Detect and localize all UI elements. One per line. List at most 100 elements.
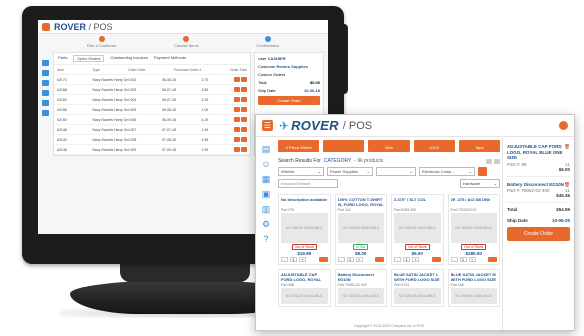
table-row[interactable]: #2148 Navy Swivels Harry Ord 007 07-07-18 1… [54, 125, 250, 135]
monitor-create-order-button[interactable]: Create Order [258, 96, 320, 105]
filter-select[interactable]: ⌄ [376, 167, 416, 176]
add-to-cart-button[interactable] [375, 257, 384, 262]
category-tile[interactable] [323, 140, 365, 152]
delete-button[interactable] [240, 137, 247, 142]
product-sku: Part 5794 [394, 283, 410, 287]
add-to-cart-button[interactable] [318, 257, 328, 262]
product-card[interactable]: No description available Part 078 NO IMAGE… [278, 194, 331, 265]
delete-button[interactable] [240, 117, 247, 122]
step-3[interactable]: Confirmation [256, 36, 279, 48]
quantity-value: 1 [403, 257, 410, 262]
step-1[interactable]: Pick a Customer [87, 36, 116, 48]
nav-icon[interactable] [42, 70, 49, 76]
orders-icon[interactable]: ▤ [262, 144, 271, 154]
increment-button[interactable]: + [412, 257, 419, 262]
filter-button[interactable] [478, 167, 487, 176]
increment-button[interactable]: + [355, 257, 363, 262]
row-id: #2170 [57, 77, 67, 82]
edit-button[interactable] [233, 77, 240, 82]
category-tile[interactable]: Wire [368, 140, 410, 152]
decrement-button[interactable]: - [337, 257, 345, 262]
decrement-button[interactable]: - [281, 257, 288, 262]
stock-badge: Out of Stock [404, 244, 430, 250]
keyword-search-input[interactable]: Keyword Search [278, 179, 338, 188]
delete-icon[interactable]: 🗑 [564, 144, 570, 150]
inventory-icon[interactable]: ▣ [262, 189, 271, 199]
step-2[interactable]: Choose Items [174, 36, 199, 48]
edit-button[interactable] [233, 87, 240, 92]
table-row[interactable]: #2150 Navy Swivels Harry Ord 006 06-09-18 4… [54, 115, 250, 125]
customers-icon[interactable]: ☺ [261, 159, 270, 169]
cart-item-sku: Part #: 79062-02-400 [507, 188, 550, 193]
edit-button[interactable] [233, 147, 240, 152]
cart-item-qty: x1 [565, 161, 570, 167]
table-row[interactable]: #2160 Navy Swivels Harry Ord 004 06-07-18 3… [54, 95, 250, 105]
table-row[interactable]: #2140 Navy Swivels Harry Ord 008 07-08-18 4… [54, 135, 250, 145]
filter-select[interactable]: Power Supplies ⌄ [327, 167, 373, 176]
delete-button[interactable] [240, 147, 247, 152]
row-total: 2.79 [201, 77, 209, 82]
filter-select[interactable]: Electronic Comp... ⌄ [419, 167, 475, 176]
user-avatar[interactable] [559, 121, 568, 130]
delete-button[interactable] [240, 127, 247, 132]
row-date: 07-07-18 [161, 127, 176, 132]
increment-button[interactable]: + [299, 257, 306, 262]
product-card[interactable]: 2.375" / SLT COL Part 8185 450 NO IMAGE AV… [391, 194, 444, 265]
product-card[interactable]: Battery Disconnect EG10N Part 79062-02-40… [334, 269, 387, 307]
reports-icon[interactable]: ▥ [262, 204, 271, 214]
edit-button[interactable] [233, 117, 240, 122]
product-card[interactable]: BLUE SATIN JACKET M WITH FORD LOGO SIZE P… [447, 269, 500, 307]
category-tile[interactable]: 2 Piece Wheel [278, 140, 320, 152]
filter-select[interactable]: Hardware ⌄ [460, 179, 500, 188]
product-image-placeholder: NO IMAGE AVAILABLE [337, 213, 384, 243]
nav-icon[interactable] [42, 100, 49, 106]
row-total: 2.59 [201, 147, 209, 152]
increment-button[interactable]: + [468, 257, 476, 262]
hamburger-menu-icon[interactable]: ☰ [262, 120, 273, 131]
product-sku: Part 078 [281, 208, 295, 212]
view-toggle[interactable] [486, 158, 500, 164]
tab-payment-methods[interactable]: Payment Methods [154, 55, 186, 62]
nav-icon[interactable] [42, 110, 49, 116]
delete-button[interactable] [240, 107, 247, 112]
delete-button[interactable] [240, 97, 247, 102]
tab-outstanding-invoices[interactable]: Outstanding Invoices [110, 55, 147, 62]
edit-button[interactable] [233, 107, 240, 112]
help-icon[interactable]: ? [263, 234, 268, 244]
row-total: 1.09 [201, 107, 209, 112]
tab-open-orders[interactable]: Open Orders [73, 55, 105, 62]
edit-button[interactable] [233, 137, 240, 142]
category-tile[interactable]: 10/10 [413, 140, 455, 152]
product-name: 2E .375 / ACI 8/8 DIW [450, 197, 490, 202]
filter-select[interactable]: Wheels ⌄ [278, 167, 324, 176]
stock-badge: In Stk [353, 244, 369, 250]
table-row[interactable]: #2138 Navy Swivels Harry Ord 009 07-09-18 2… [54, 145, 250, 155]
product-card[interactable]: BLUE SATIN JACKET L WITH FORD LOGO SIZE … [391, 269, 444, 307]
nav-icon[interactable] [42, 80, 49, 86]
settings-icon[interactable]: ⚙ [262, 219, 270, 229]
product-card[interactable]: 2E .375 / ACI 8/8 DIW Part 7300025 02 NO I… [447, 194, 500, 265]
decrement-button[interactable]: - [394, 257, 401, 262]
table-row[interactable]: #2158 Navy Swivels Harry Ord 005 06-08-18 1… [54, 105, 250, 115]
row-date: 06-06-18 [161, 77, 176, 82]
menu-icon[interactable] [42, 22, 50, 31]
nav-icon[interactable] [42, 60, 49, 66]
tab-parts[interactable]: Parts [58, 55, 67, 62]
nav-icon[interactable] [42, 90, 49, 96]
delete-button[interactable] [240, 77, 247, 82]
add-to-cart-button[interactable] [488, 257, 497, 262]
table-row[interactable]: #2170 Navy Swivels Harry Ord 002 06-06-18 2… [54, 75, 250, 85]
edit-button[interactable] [233, 127, 240, 132]
product-card[interactable]: ADJUSTABLE CAP FORD LOGO, ROYAL BLUE ONE… [278, 269, 331, 307]
create-order-button[interactable]: Create Order [507, 227, 570, 241]
category-tile[interactable]: Tape [458, 140, 501, 152]
table-row[interactable]: #2168 Navy Swivels Harry Ord 003 06-07-18 3… [54, 85, 250, 95]
products-icon[interactable]: ▦ [262, 174, 271, 184]
edit-button[interactable] [233, 97, 240, 102]
add-to-cart-button[interactable] [431, 257, 441, 262]
row-desc: Navy Swivels Harry Ord 005 [92, 107, 137, 112]
product-card[interactable]: 100% COTTON T-SHIRT XL FORD LOGO, ROYAL P… [334, 194, 387, 265]
decrement-button[interactable]: - [450, 257, 458, 262]
delete-button[interactable] [240, 87, 247, 92]
delete-icon[interactable]: 🗑 [564, 182, 570, 188]
